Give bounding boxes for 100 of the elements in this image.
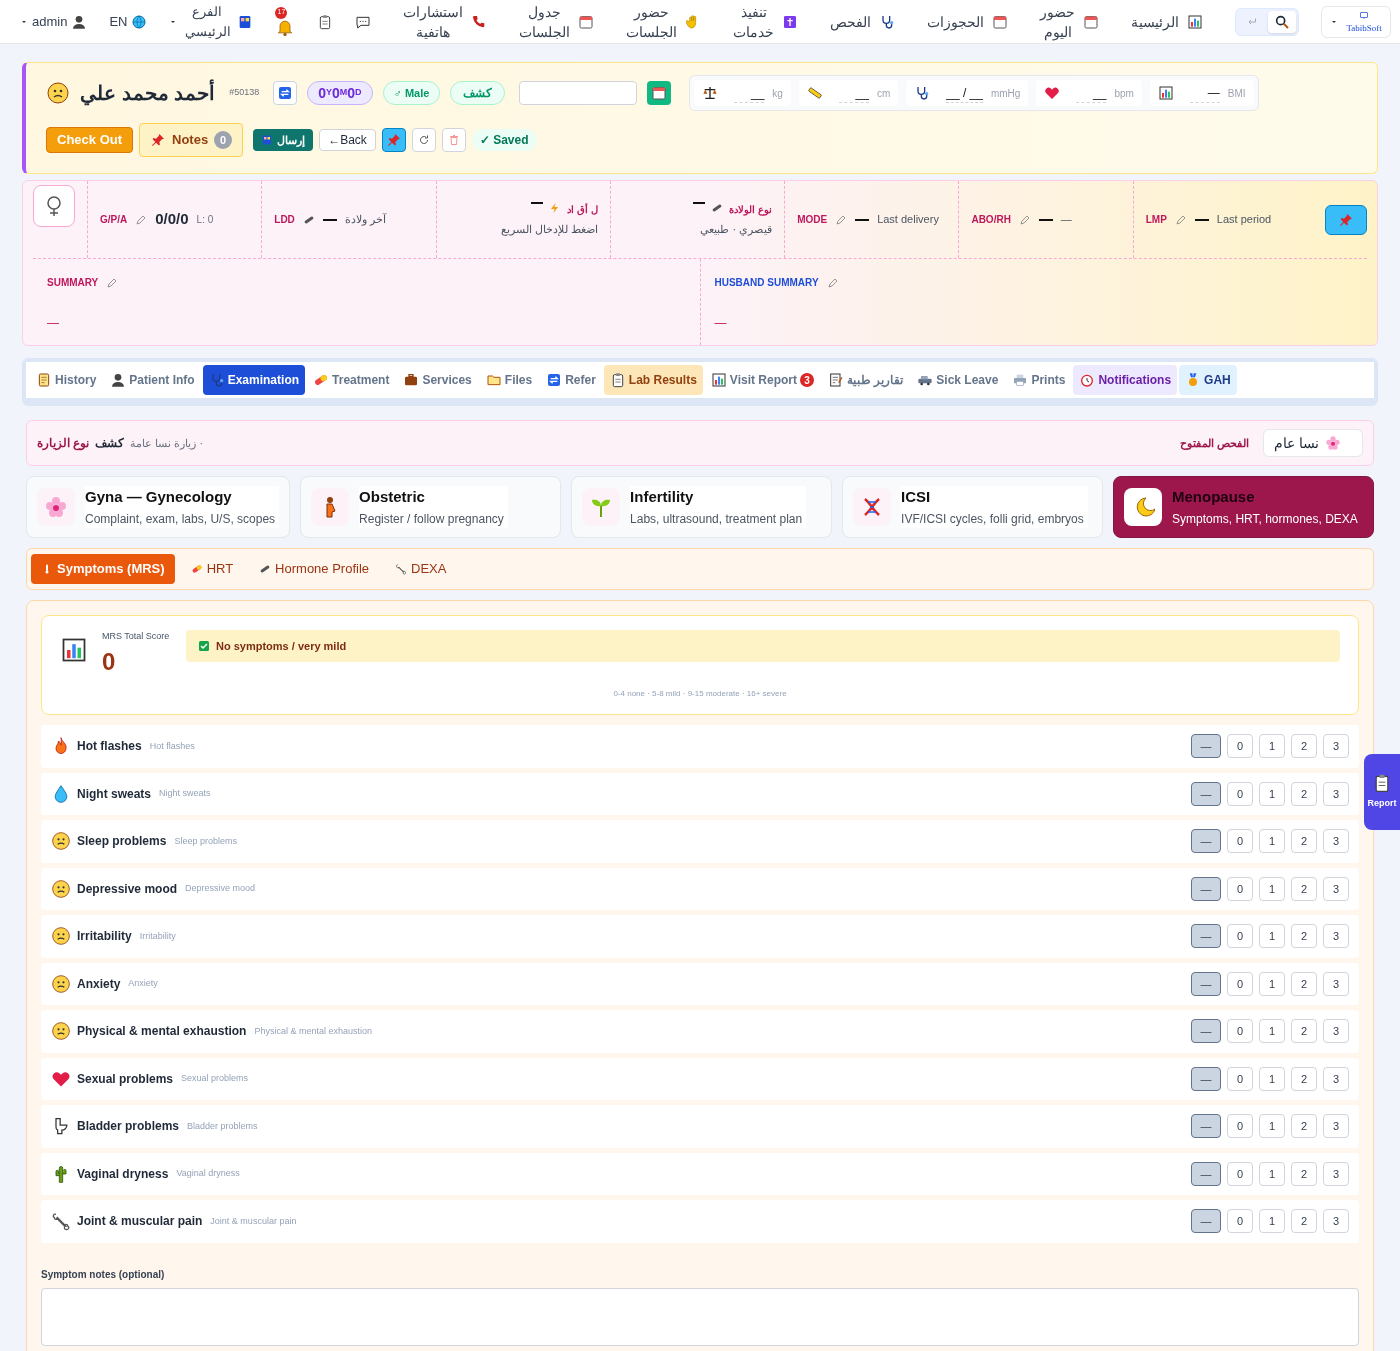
pin-button[interactable]	[381, 128, 406, 152]
score-option[interactable]: —	[1191, 971, 1221, 996]
logo-menu[interactable]: TabibSoft	[1321, 5, 1391, 38]
score-option[interactable]: 2	[1291, 1161, 1317, 1186]
score-option[interactable]: 0	[1227, 1161, 1253, 1186]
subtab[interactable]: DEXA	[385, 554, 457, 584]
score-option[interactable]: —	[1191, 876, 1221, 901]
tab[interactable]: History	[30, 365, 103, 395]
score-option[interactable]: 1	[1259, 1209, 1285, 1234]
score-option[interactable]: 0	[1227, 1066, 1253, 1091]
subtab[interactable]: Symptoms (MRS)	[31, 554, 175, 584]
subtab[interactable]: Hormone Profile	[249, 554, 380, 584]
score-option[interactable]: 1	[1259, 781, 1285, 806]
score-option[interactable]: 0	[1227, 924, 1253, 949]
tab[interactable]: Prints	[1006, 365, 1072, 395]
score-option[interactable]: —	[1191, 1209, 1221, 1234]
subtab[interactable]: HRT	[180, 554, 244, 584]
obstetric-field[interactable]: نوع الولادة قيصري · طبيعي	[609, 181, 785, 258]
score-option[interactable]: 2	[1291, 781, 1317, 806]
user-menu[interactable]: admin	[20, 11, 88, 32]
score-option[interactable]: 2	[1291, 734, 1317, 759]
score-option[interactable]: 2	[1291, 1209, 1317, 1234]
score-option[interactable]: 1	[1259, 876, 1285, 901]
score-option[interactable]: 0	[1227, 734, 1253, 759]
score-option[interactable]: —	[1191, 1161, 1221, 1186]
score-option[interactable]: 3	[1323, 876, 1349, 901]
report-button[interactable]: Report	[1364, 754, 1400, 830]
nav-item[interactable]: حضور اليوم	[1040, 1, 1100, 42]
score-option[interactable]: 2	[1291, 1114, 1317, 1139]
score-option[interactable]: 2	[1291, 1019, 1317, 1044]
score-option[interactable]: 2	[1291, 876, 1317, 901]
score-option[interactable]: 1	[1259, 1066, 1285, 1091]
tab[interactable]: Patient Info	[104, 365, 201, 395]
score-option[interactable]: 1	[1259, 1161, 1285, 1186]
tab[interactable]: Examination	[202, 365, 306, 395]
vital-field[interactable]: — BMI	[1149, 80, 1254, 106]
score-option[interactable]: 2	[1291, 829, 1317, 854]
obstetric-field[interactable]: MODE Last delivery	[784, 181, 959, 258]
score-option[interactable]: 1	[1259, 1114, 1285, 1139]
score-option[interactable]: 3	[1323, 1114, 1349, 1139]
score-option[interactable]: —	[1191, 734, 1221, 759]
score-option[interactable]: 3	[1323, 829, 1349, 854]
language-button[interactable]: EN	[109, 11, 148, 32]
obstetric-field[interactable]: ل أق اد اضغط للإدخال السريع	[435, 181, 610, 258]
score-option[interactable]: 2	[1291, 971, 1317, 996]
score-option[interactable]: 0	[1227, 829, 1253, 854]
score-option[interactable]: 3	[1323, 924, 1349, 949]
vital-field[interactable]: __ cm	[798, 80, 899, 106]
tab[interactable]: تقارير طبية	[822, 365, 910, 395]
nav-item[interactable]: استشارات هاتفية	[403, 1, 488, 42]
nav-item[interactable]: الرئيسية	[1131, 11, 1204, 32]
score-option[interactable]: 1	[1259, 829, 1285, 854]
nav-item[interactable]: تنفيذ خدمات	[733, 1, 799, 42]
score-option[interactable]: —	[1191, 1019, 1221, 1044]
score-option[interactable]: 3	[1323, 781, 1349, 806]
vital-field[interactable]: __ kg	[694, 80, 791, 106]
search-button[interactable]	[1268, 10, 1297, 33]
specialty-card[interactable]: Obstetric Register / follow pregnancy	[300, 476, 562, 538]
back-button[interactable]: ←Back	[319, 129, 376, 151]
score-option[interactable]: —	[1191, 924, 1221, 949]
score-option[interactable]: —	[1191, 829, 1221, 854]
score-option[interactable]: 0	[1227, 1019, 1253, 1044]
pin-button[interactable]	[1324, 204, 1367, 235]
tab[interactable]: Files	[479, 365, 539, 395]
tab[interactable]: Services	[397, 365, 478, 395]
nav-item[interactable]: جدول الجلسات	[519, 1, 595, 42]
branch-select[interactable]: الفرع الرئيسي	[169, 1, 254, 42]
calendar-button[interactable]	[647, 81, 672, 105]
tab[interactable]: Refer	[540, 365, 602, 395]
specialty-card[interactable]: Menopause Symptoms, HRT, hormones, DEXA	[1113, 476, 1374, 538]
score-option[interactable]: 0	[1227, 1114, 1253, 1139]
nav-item[interactable]: حضور الجلسات	[626, 1, 702, 42]
tab[interactable]: Visit Report 3	[704, 365, 820, 395]
score-option[interactable]: 0	[1227, 781, 1253, 806]
score-option[interactable]: —	[1191, 1114, 1221, 1139]
specialty-card[interactable]: Gyna — Gynecology Complaint, exam, labs, U/S, scopes	[26, 476, 291, 538]
tab[interactable]: Lab Results	[603, 365, 703, 395]
score-option[interactable]: 3	[1323, 971, 1349, 996]
score-option[interactable]: 0	[1227, 971, 1253, 996]
score-option[interactable]: 1	[1259, 1019, 1285, 1044]
score-option[interactable]: —	[1191, 781, 1221, 806]
score-option[interactable]: 2	[1291, 924, 1317, 949]
notes-field[interactable]	[41, 1287, 1359, 1346]
obstetric-field[interactable]: LMP Last period	[1132, 181, 1307, 258]
score-option[interactable]: 3	[1323, 1066, 1349, 1091]
vital-field[interactable]: __ / __ mmHg	[906, 80, 1029, 106]
tab[interactable]: Sick Leave	[911, 365, 1005, 395]
score-option[interactable]: —	[1191, 1066, 1221, 1091]
score-option[interactable]: 0	[1227, 1209, 1253, 1234]
score-option[interactable]: 3	[1323, 1161, 1349, 1186]
vital-field[interactable]: __ bpm	[1036, 80, 1142, 106]
score-option[interactable]: 1	[1259, 924, 1285, 949]
date-field[interactable]	[519, 81, 638, 105]
obstetric-field[interactable]: ABO/RH —	[958, 181, 1133, 258]
nav-item[interactable]: الفحص	[830, 11, 896, 32]
tab[interactable]: Treatment	[307, 365, 396, 395]
score-option[interactable]: 0	[1227, 876, 1253, 901]
tab[interactable]: Notifications	[1073, 365, 1178, 395]
notes-button[interactable]: Notes 0	[139, 123, 244, 157]
score-option[interactable]: 2	[1291, 1066, 1317, 1091]
